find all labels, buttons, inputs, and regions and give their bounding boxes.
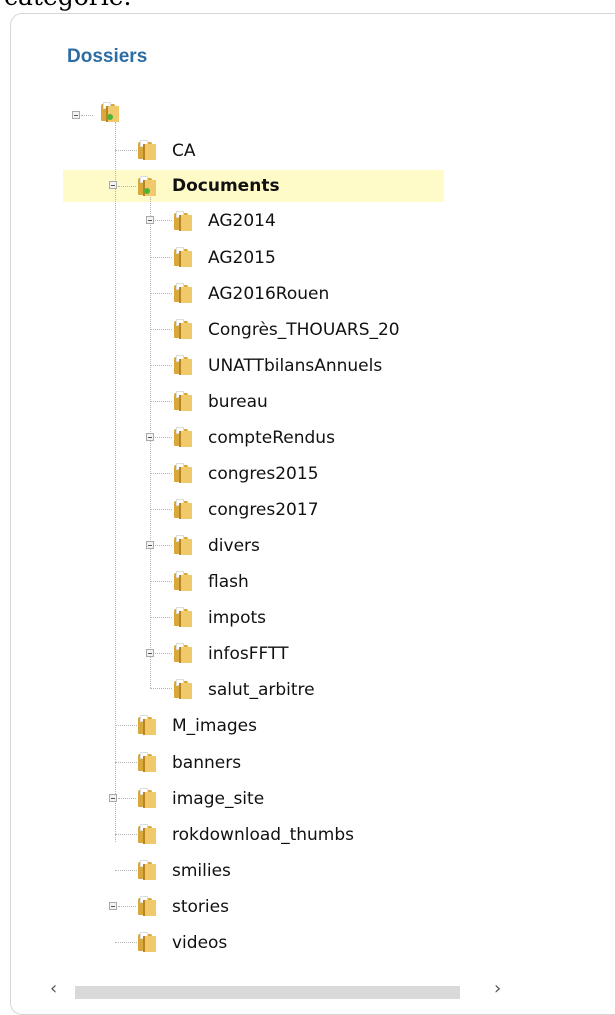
tree-connector xyxy=(150,509,172,510)
tree-item-ag2016rouen[interactable]: AG2016Rouen xyxy=(208,284,329,304)
tree-connector xyxy=(155,545,172,546)
tree-item-congres2017[interactable]: congres2017 xyxy=(208,500,319,520)
tree-connector xyxy=(150,365,172,366)
tree-connector xyxy=(150,617,172,618)
tree-item-divers[interactable]: divers xyxy=(208,536,260,556)
tree-item-congres-thouars[interactable]: Congrès_THOUARS_20 xyxy=(208,320,466,340)
expand-toggle-icon[interactable] xyxy=(146,649,154,657)
folder-icon[interactable] xyxy=(136,713,156,735)
tree-connector xyxy=(150,473,172,474)
tree-connector xyxy=(115,834,137,835)
folder-icon[interactable] xyxy=(172,425,192,447)
top-text-fragment: catégorie. xyxy=(4,0,132,11)
tree-connector xyxy=(150,293,172,294)
tree-item-rokdownload-thumbs[interactable]: rokdownload_thumbs xyxy=(172,825,354,845)
scroll-thumb[interactable] xyxy=(75,986,460,999)
tree-connector xyxy=(155,220,172,221)
folder-icon[interactable] xyxy=(136,822,156,844)
tree-item-unattbilansannuels[interactable]: UNATTbilansAnnuels xyxy=(208,356,382,376)
folder-icon[interactable] xyxy=(172,281,192,303)
folder-icon[interactable] xyxy=(172,353,192,375)
root-folder-icon[interactable] xyxy=(99,100,119,122)
tree-item-flash[interactable]: flash xyxy=(208,572,249,592)
tree-connector xyxy=(118,906,136,907)
tree-item-banners[interactable]: banners xyxy=(172,753,241,773)
tree-connector xyxy=(150,257,172,258)
folder-icon[interactable] xyxy=(172,677,192,699)
horizontal-scrollbar[interactable]: ‹ › xyxy=(40,980,615,999)
tree-item-image-site[interactable]: image_site xyxy=(172,789,264,809)
folder-icon[interactable] xyxy=(172,533,192,555)
tree-connector xyxy=(118,798,136,799)
tree-connector xyxy=(115,870,137,871)
tree-connector xyxy=(150,688,172,689)
folder-icon[interactable] xyxy=(172,461,192,483)
tree-connector xyxy=(150,329,172,330)
tree-item-compterendus[interactable]: compteRendus xyxy=(208,428,335,448)
folder-icon[interactable] xyxy=(172,389,192,411)
folder-icon[interactable] xyxy=(136,750,156,772)
folder-icon[interactable] xyxy=(172,605,192,627)
folder-icon[interactable] xyxy=(136,138,156,160)
tree-connector xyxy=(150,194,151,688)
tree-item-infosfftt[interactable]: infosFFTT xyxy=(208,644,288,664)
tree-connector xyxy=(150,401,172,402)
tree-connector xyxy=(115,122,116,842)
tree-connector xyxy=(81,115,93,116)
tree-connector xyxy=(155,653,172,654)
tree-item-ag2014[interactable]: AG2014 xyxy=(208,211,276,231)
scroll-right-icon[interactable]: › xyxy=(494,980,501,998)
folder-icon[interactable] xyxy=(136,786,156,808)
folder-icon[interactable] xyxy=(172,497,192,519)
folder-icon[interactable] xyxy=(136,858,156,880)
folder-icon[interactable] xyxy=(136,930,156,952)
expand-toggle-icon[interactable] xyxy=(146,216,154,224)
tree-item-smilies[interactable]: smilies xyxy=(172,861,231,881)
tree-connector xyxy=(115,150,137,151)
collapse-toggle-icon[interactable] xyxy=(72,111,80,119)
tree-item-m-images[interactable]: M_images xyxy=(172,716,257,736)
tree-connector xyxy=(118,186,136,187)
tree-connector xyxy=(155,437,172,438)
tree-item-salut-arbitre[interactable]: salut_arbitre xyxy=(208,680,315,700)
tree-item-bureau[interactable]: bureau xyxy=(208,392,268,412)
tree-connector xyxy=(115,725,137,726)
folder-icon[interactable] xyxy=(172,317,192,339)
scroll-left-icon[interactable]: ‹ xyxy=(50,980,57,998)
expand-toggle-icon[interactable] xyxy=(109,902,117,910)
folder-icon[interactable] xyxy=(172,209,192,231)
tree-item-impots[interactable]: impots xyxy=(208,608,266,628)
tree-connector xyxy=(150,581,172,582)
collapse-toggle-icon[interactable] xyxy=(109,181,117,189)
tree-item-ag2015[interactable]: AG2015 xyxy=(208,248,276,268)
tree-item-ca[interactable]: CA xyxy=(172,141,196,161)
folder-icon[interactable] xyxy=(172,641,192,663)
tree-connector xyxy=(115,942,137,943)
tree-item-documents[interactable]: Documents xyxy=(172,176,280,196)
tree-item-congres2015[interactable]: congres2015 xyxy=(208,464,319,484)
expand-toggle-icon[interactable] xyxy=(146,541,154,549)
panel-title: Dossiers xyxy=(67,46,148,67)
tree-item-videos[interactable]: videos xyxy=(172,933,227,953)
folder-icon[interactable] xyxy=(172,569,192,591)
expand-toggle-icon[interactable] xyxy=(146,433,154,441)
folder-icon[interactable] xyxy=(172,245,192,267)
tree-item-stories[interactable]: stories xyxy=(172,897,229,917)
open-folder-icon[interactable] xyxy=(136,174,156,196)
tree-connector xyxy=(115,762,137,763)
expand-toggle-icon[interactable] xyxy=(109,794,117,802)
folder-icon[interactable] xyxy=(136,894,156,916)
